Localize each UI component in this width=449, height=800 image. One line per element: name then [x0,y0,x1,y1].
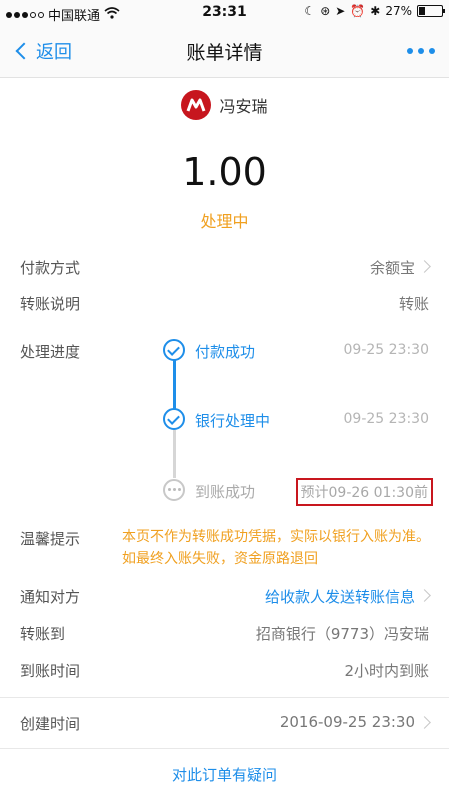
transfer-status: 处理中 [200,212,249,231]
created-time-label: 创建时间 [20,715,81,733]
chevron-right-icon [418,716,431,729]
check-circle-icon [163,408,185,430]
chevron-right-icon [418,260,431,273]
bluetooth-icon: ✱ [370,4,381,18]
moon-icon: ☾ [304,4,316,18]
progress-label: 处理进度 [20,343,81,361]
arrival-time-value: 2小时内到账 [344,662,429,680]
divider [0,748,449,749]
order-question-link[interactable]: 对此订单有疑问 [0,764,449,785]
pending-circle-icon [163,479,185,501]
merchant-header: 冯安瑞 [0,90,449,120]
step-eta-highlight: 预计09-26 01:30前 [295,478,433,506]
merchant-name: 冯安瑞 [219,97,268,116]
status-right: ☾ ⊛ ➤ ⏰ ✱ 27% [304,4,445,18]
page-title: 账单详情 [186,42,263,64]
notify-link[interactable]: 给收款人发送转账信息 [265,586,415,607]
battery-icon [417,5,445,17]
arrival-time-label: 到账时间 [20,662,81,680]
tip-label: 温馨提示 [20,530,81,548]
notify-label: 通知对方 [20,588,81,606]
step-label-1: 付款成功 [195,343,256,361]
transfer-note-value: 转账 [398,295,429,313]
alarm-icon: ⏰ [350,4,366,18]
check-circle-icon [163,339,185,361]
payment-method-label: 付款方式 [20,259,81,277]
transfer-to-value: 招商银行（9773）冯安瑞 [255,625,429,643]
step-time-2: 09-25 23:30 [343,411,429,427]
chevron-right-icon [418,589,431,602]
battery-percent: 27% [385,4,412,18]
transfer-note-label: 转账说明 [20,295,81,313]
payment-method-value: 余额宝 [369,259,415,277]
tip-text: 本页不作为转账成功凭据，实际以银行入账为准。如最终入账失败，资金原路退回 [122,529,430,567]
divider [0,697,449,698]
location-icon: ➤ [335,4,346,18]
rotation-lock-icon: ⊛ [320,4,331,18]
nav-bar: 返回 账单详情 [0,26,449,78]
more-options-button[interactable] [407,48,435,54]
progress-line-done [173,360,176,410]
status-bar: 中国联通 23:31 ☾ ⊛ ➤ ⏰ ✱ 27% [0,0,449,26]
step-time-1: 09-25 23:30 [343,342,429,358]
transfer-amount: 1.00 [182,150,267,194]
step-label-3: 到账成功 [195,483,256,501]
created-time-value: 2016-09-25 23:30 [279,713,415,731]
bank-logo-icon [181,90,212,120]
transfer-to-label: 转账到 [20,625,66,643]
step-label-2: 银行处理中 [195,412,271,430]
more-dot-icon [407,48,413,54]
progress-line-pending [173,430,176,478]
